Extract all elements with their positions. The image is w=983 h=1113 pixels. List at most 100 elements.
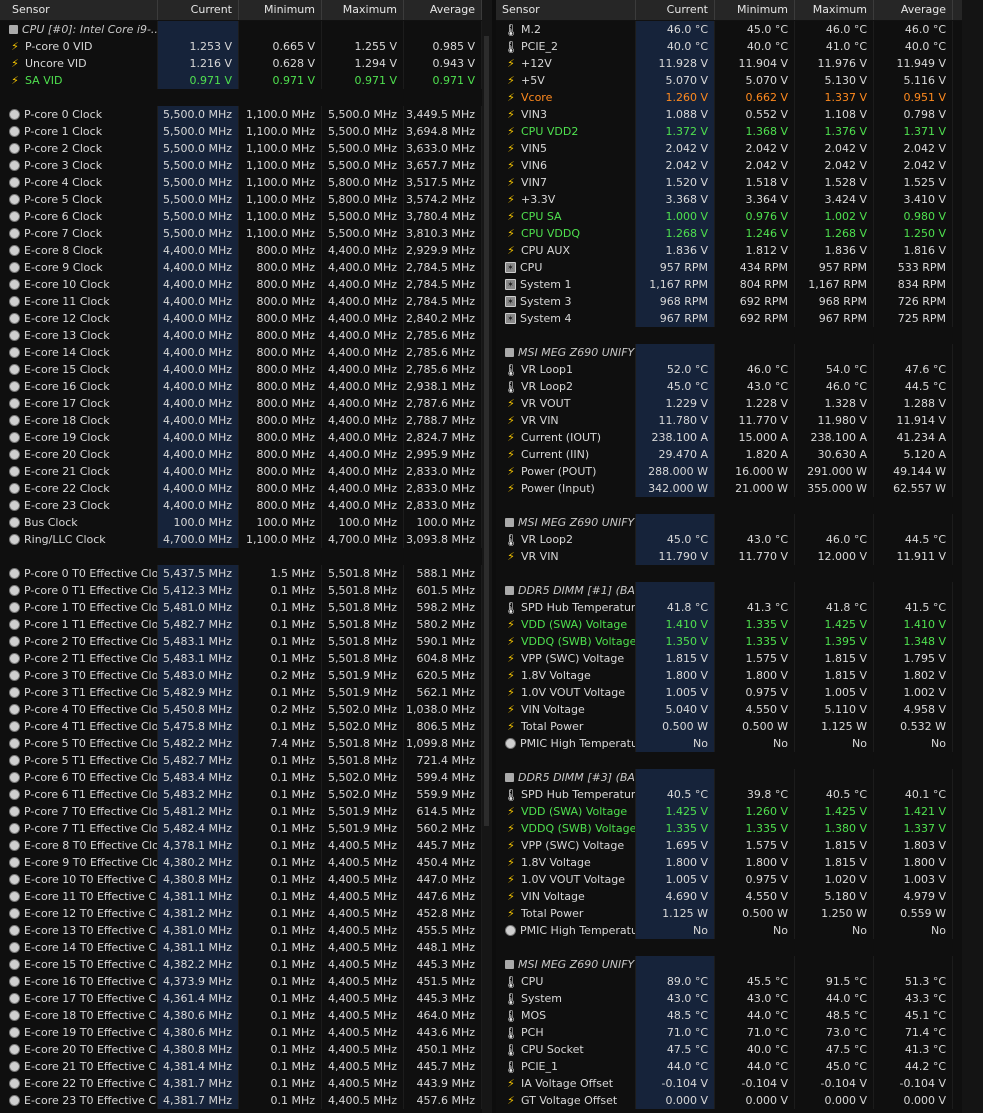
header-maximum[interactable]: Maximum: [795, 0, 874, 20]
table-row[interactable]: P-core 6 T1 Effective Clock 5,483.2 MHz 0.…: [0, 786, 482, 803]
table-row[interactable]: ⚡ VR VOUT 1.229 V 1.228 V 1.328 V 1.288 V: [496, 395, 983, 412]
header-sensor[interactable]: Sensor: [0, 0, 158, 20]
table-row[interactable]: 🌡 VR Loop2 45.0 °C 43.0 °C 46.0 °C 44.5 °C: [496, 378, 983, 395]
table-row[interactable]: P-core 2 T0 Effective Clock 5,483.1 MHz 0.…: [0, 633, 482, 650]
table-row[interactable]: ⚡ VIN7 1.520 V 1.518 V 1.528 V 1.525 V: [496, 174, 983, 191]
table-row[interactable]: 🌡 CPU 89.0 °C 45.5 °C 91.5 °C 51.3 °C: [496, 973, 983, 990]
table-row[interactable]: P-core 3 T0 Effective Clock 5,483.0 MHz 0.…: [0, 667, 482, 684]
table-row[interactable]: 🌡 MOS 48.5 °C 44.0 °C 48.5 °C 45.1 °C: [496, 1007, 983, 1024]
table-row[interactable]: P-core 0 T0 Effective Clock 5,437.5 MHz 1.…: [0, 565, 482, 582]
table-row[interactable]: ⚡ VPP (SWC) Voltage 1.695 V 1.575 V 1.815 V1…: [496, 837, 983, 854]
table-row[interactable]: E-core 22 Clock 4,400.0 MHz 800.0 MHz 4,400…: [0, 480, 482, 497]
table-row[interactable]: ⚡ Power (POUT) 288.000 W 16.000 W 291.000 W4…: [496, 463, 983, 480]
table-row[interactable]: ⚡ VIN Voltage 5.040 V 4.550 V 5.110 V 4.958 V: [496, 701, 983, 718]
table-row[interactable]: ⚡ P-core 0 VID 1.253 V 0.665 V 1.255 V 0.985 …: [0, 38, 482, 55]
table-row[interactable]: E-core 12 Clock 4,400.0 MHz 800.0 MHz 4,400…: [0, 310, 482, 327]
table-row[interactable]: ⚡ SA VID 0.971 V 0.971 V 0.971 V 0.971 V: [0, 72, 482, 89]
table-row[interactable]: P-core 4 T0 Effective Clock 5,450.8 MHz 0.…: [0, 701, 482, 718]
table-row[interactable]: P-core 1 T1 Effective Clock 5,482.7 MHz 0.…: [0, 616, 482, 633]
header-average[interactable]: Average: [874, 0, 953, 20]
table-row[interactable]: PMIC High TemperatureNoNoNoNo: [496, 922, 983, 939]
table-row[interactable]: 🌡 PCIE_1 44.0 °C 44.0 °C 45.0 °C 44.2 °C: [496, 1058, 983, 1075]
table-row[interactable]: E-core 12 T0 Effective C... 4,381.2 MHz 0.…: [0, 905, 482, 922]
table-row[interactable]: ⚡ +3.3V 3.368 V 3.364 V 3.424 V 3.410 V: [496, 191, 983, 208]
table-row[interactable]: E-core 15 T0 Effective C... 4,382.2 MHz 0.…: [0, 956, 482, 973]
table-row[interactable]: ⚡ Power (Input) 342.000 W 21.000 W 355.000 W…: [496, 480, 983, 497]
left-scrollbar[interactable]: [482, 0, 492, 1113]
table-row[interactable]: E-core 14 Clock 4,400.0 MHz 800.0 MHz 4,400…: [0, 344, 482, 361]
table-row[interactable]: E-core 19 T0 Effective C... 4,380.6 MHz 0.…: [0, 1024, 482, 1041]
table-row[interactable]: E-core 13 Clock 4,400.0 MHz 800.0 MHz 4,400…: [0, 327, 482, 344]
table-row[interactable]: 🌡 PCIE_2 40.0 °C 40.0 °C 41.0 °C 40.0 °C: [496, 38, 983, 55]
table-row[interactable]: 🌡 VR Loop2 45.0 °C 43.0 °C 46.0 °C 44.5 °C: [496, 531, 983, 548]
table-row[interactable]: ⚡ IA Voltage Offset -0.104 V -0.104 V -0.104…: [496, 1075, 983, 1092]
table-row[interactable]: E-core 9 Clock 4,400.0 MHz 800.0 MHz 4,400.…: [0, 259, 482, 276]
header-maximum[interactable]: Maximum: [322, 0, 404, 20]
table-row[interactable]: E-core 10 T0 Effective C... 4,380.8 MHz 0.…: [0, 871, 482, 888]
left-scrollbar-thumb[interactable]: [484, 36, 489, 826]
table-row[interactable]: ⚡ VIN6 2.042 V 2.042 V 2.042 V 2.042 V: [496, 157, 983, 174]
table-row[interactable]: P-core 6 T0 Effective Clock 5,483.4 MHz 0.…: [0, 769, 482, 786]
table-row[interactable]: E-core 11 T0 Effective C... 4,381.1 MHz 0.…: [0, 888, 482, 905]
table-row[interactable]: ⚡ VIN Voltage 4.690 V 4.550 V 5.180 V 4.979 V: [496, 888, 983, 905]
table-row[interactable]: E-core 8 T0 Effective Clock 4,378.1 MHz 0.…: [0, 837, 482, 854]
table-row[interactable]: ⚡ VDDQ (SWB) Voltage 1.335 V 1.335 V 1.380 V…: [496, 820, 983, 837]
table-row[interactable]: ✶ System 1 1,167 RPM 804 RPM 1,167 RPM 834 RP…: [496, 276, 983, 293]
table-row[interactable]: P-core 5 T1 Effective Clock 5,482.7 MHz 0.…: [0, 752, 482, 769]
table-row[interactable]: ⚡ CPU AUX 1.836 V 1.812 V 1.836 V 1.816 V: [496, 242, 983, 259]
table-row[interactable]: P-core 7 Clock 5,500.0 MHz 1,100.0 MHz 5,50…: [0, 225, 482, 242]
table-row[interactable]: Ring/LLC Clock 4,700.0 MHz 1,100.0 MHz 4,70…: [0, 531, 482, 548]
table-row[interactable]: ⚡ Total Power 1.125 W 0.500 W 1.250 W 0.559 W: [496, 905, 983, 922]
table-row[interactable]: ⚡ 1.0V VOUT Voltage 1.005 V 0.975 V 1.005 V1…: [496, 684, 983, 701]
table-row[interactable]: P-core 5 T0 Effective Clock 5,482.2 MHz 7.…: [0, 735, 482, 752]
table-row[interactable]: ⚡ 1.8V Voltage 1.800 V 1.800 V 1.815 V 1.800 …: [496, 854, 983, 871]
table-row[interactable]: P-core 7 T1 Effective Clock 5,482.4 MHz 0.…: [0, 820, 482, 837]
table-row[interactable]: 🌡 CPU Socket 47.5 °C 40.0 °C 47.5 °C 41.3 °C: [496, 1041, 983, 1058]
table-row[interactable]: P-core 2 T1 Effective Clock 5,483.1 MHz 0.…: [0, 650, 482, 667]
table-row[interactable]: E-core 9 T0 Effective Clock 4,380.2 MHz 0.…: [0, 854, 482, 871]
table-row[interactable]: P-core 0 Clock 5,500.0 MHz 1,100.0 MHz 5,50…: [0, 106, 482, 123]
table-row[interactable]: P-core 3 T1 Effective Clock 5,482.9 MHz 0.…: [0, 684, 482, 701]
table-row[interactable]: PMIC High TemperatureNoNoNoNo: [496, 735, 983, 752]
table-row[interactable]: ⚡ Vcore 1.260 V 0.662 V 1.337 V 0.951 V: [496, 89, 983, 106]
table-row[interactable]: Bus Clock 100.0 MHz 100.0 MHz 100.0 MHz 100.…: [0, 514, 482, 531]
table-row[interactable]: ⚡ VDDQ (SWB) Voltage 1.350 V 1.335 V 1.395 V…: [496, 633, 983, 650]
table-row[interactable]: ⚡ GT Voltage Offset 0.000 V 0.000 V 0.000 V0…: [496, 1092, 983, 1109]
table-row[interactable]: E-core 17 T0 Effective C... 4,361.4 MHz 0.…: [0, 990, 482, 1007]
table-row[interactable]: E-core 15 Clock 4,400.0 MHz 800.0 MHz 4,400…: [0, 361, 482, 378]
table-row[interactable]: E-core 19 Clock 4,400.0 MHz 800.0 MHz 4,400…: [0, 429, 482, 446]
table-row[interactable]: E-core 21 T0 Effective C... 4,381.4 MHz 0.…: [0, 1058, 482, 1075]
table-row[interactable]: E-core 23 T0 Effective C... 4,381.7 MHz 0.…: [0, 1092, 482, 1109]
header-current[interactable]: Current: [158, 0, 239, 20]
header-average[interactable]: Average: [404, 0, 482, 20]
table-row[interactable]: ✶ CPU 957 RPM 434 RPM 957 RPM 533 RPM: [496, 259, 983, 276]
table-row[interactable]: E-core 17 Clock 4,400.0 MHz 800.0 MHz 4,400…: [0, 395, 482, 412]
table-row[interactable]: ⚡ Total Power 0.500 W 0.500 W 1.125 W 0.532 W: [496, 718, 983, 735]
group-header-row[interactable]: MSI MEG Z690 UNIFY ...: [496, 344, 983, 361]
table-row[interactable]: ⚡ +12V 11.928 V 11.904 V 11.976 V 11.949 V: [496, 55, 983, 72]
table-row[interactable]: ⚡ Current (IIN) 29.470 A 1.820 A 30.630 A 5.1…: [496, 446, 983, 463]
table-row[interactable]: 🌡 PCH 71.0 °C 71.0 °C 73.0 °C 71.4 °C: [496, 1024, 983, 1041]
group-header-row[interactable]: CPU [#0]: Intel Core i9-...: [0, 21, 482, 38]
table-row[interactable]: P-core 1 Clock 5,500.0 MHz 1,100.0 MHz 5,50…: [0, 123, 482, 140]
table-row[interactable]: E-core 16 Clock 4,400.0 MHz 800.0 MHz 4,400…: [0, 378, 482, 395]
group-header-row[interactable]: MSI MEG Z690 UNIFY ...: [496, 514, 983, 531]
table-row[interactable]: 🌡 SPD Hub Temperature 40.5 °C 39.8 °C 40.5 °…: [496, 786, 983, 803]
group-header-row[interactable]: DDR5 DIMM [#1] (BA...: [496, 582, 983, 599]
table-row[interactable]: ⚡ 1.8V Voltage 1.800 V 1.800 V 1.815 V 1.802 …: [496, 667, 983, 684]
table-row[interactable]: ⚡ VIN3 1.088 V 0.552 V 1.108 V 0.798 V: [496, 106, 983, 123]
table-row[interactable]: ⚡ CPU SA 1.000 V 0.976 V 1.002 V 0.980 V: [496, 208, 983, 225]
table-row[interactable]: ✶ System 4 967 RPM 692 RPM 967 RPM 725 RPM: [496, 310, 983, 327]
table-row[interactable]: ⚡ CPU VDDQ 1.268 V 1.246 V 1.268 V 1.250 V: [496, 225, 983, 242]
table-row[interactable]: E-core 23 Clock 4,400.0 MHz 800.0 MHz 4,400…: [0, 497, 482, 514]
table-row[interactable]: P-core 1 T0 Effective Clock 5,481.0 MHz 0.…: [0, 599, 482, 616]
table-row[interactable]: E-core 11 Clock 4,400.0 MHz 800.0 MHz 4,400…: [0, 293, 482, 310]
table-row[interactable]: 🌡 SPD Hub Temperature 41.8 °C 41.3 °C 41.8 °…: [496, 599, 983, 616]
table-row[interactable]: ⚡ +5V 5.070 V 5.070 V 5.130 V 5.116 V: [496, 72, 983, 89]
table-row[interactable]: E-core 18 T0 Effective C... 4,380.6 MHz 0.…: [0, 1007, 482, 1024]
table-row[interactable]: P-core 7 T0 Effective Clock 5,481.2 MHz 0.…: [0, 803, 482, 820]
table-row[interactable]: ⚡ VPP (SWC) Voltage 1.815 V 1.575 V 1.815 V1…: [496, 650, 983, 667]
table-row[interactable]: 🌡 M.2 46.0 °C 45.0 °C 46.0 °C 46.0 °C: [496, 21, 983, 38]
group-header-row[interactable]: MSI MEG Z690 UNIFY ...: [496, 956, 983, 973]
table-row[interactable]: ⚡ VR VIN 11.790 V 11.770 V 12.000 V 11.911 V: [496, 548, 983, 565]
